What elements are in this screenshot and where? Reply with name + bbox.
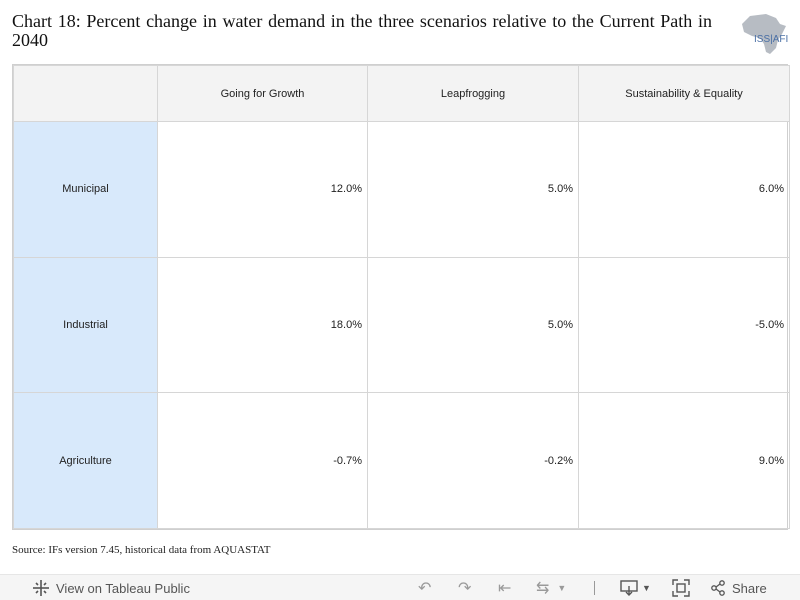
share-button[interactable]: Share: [710, 575, 767, 600]
data-table: Going for Growth Leapfrogging Sustainabi…: [12, 64, 790, 530]
share-label: Share: [732, 580, 767, 596]
corner-cell: [13, 65, 158, 122]
logo-text: ISS|AFI: [754, 34, 789, 45]
data-cell: 5.0%: [367, 256, 579, 394]
table-row: Industrial 18.0% 5.0% -5.0%: [13, 256, 790, 394]
chevron-down-icon: ▼: [557, 583, 567, 593]
row-header: Municipal: [13, 121, 158, 258]
data-cell: -0.7%: [157, 392, 368, 529]
source-note: Source: IFs version 7.45, historical dat…: [12, 544, 271, 556]
tableau-toolbar: View on Tableau Public ↶ ↷ ⇤ ⇆ ▼ ▼ Share: [0, 574, 800, 600]
chevron-down-icon: ▼: [642, 583, 651, 593]
data-cell: -0.2%: [367, 392, 579, 529]
row-header: Industrial: [13, 256, 158, 394]
share-icon: [711, 580, 725, 596]
column-header: Sustainability & Equality: [578, 65, 790, 122]
data-cell: 18.0%: [157, 256, 368, 394]
header-row: Going for Growth Leapfrogging Sustainabi…: [13, 65, 790, 122]
view-on-tableau-link[interactable]: View on Tableau Public: [32, 575, 190, 600]
download-button[interactable]: ▼: [620, 575, 651, 600]
column-header: Going for Growth: [157, 65, 368, 122]
table-row: Municipal 12.0% 5.0% 6.0%: [13, 121, 790, 258]
tableau-icon: [33, 580, 49, 596]
download-icon: [620, 580, 638, 596]
refresh-button[interactable]: ⇆ ▼: [536, 575, 566, 600]
chart-title: Chart 18: Percent change in water demand…: [12, 11, 712, 50]
divider: [594, 575, 595, 600]
redo-button[interactable]: ↷: [458, 575, 471, 600]
revert-button[interactable]: ⇤: [498, 575, 511, 600]
view-on-tableau-label: View on Tableau Public: [56, 580, 190, 596]
revert-icon: ⇤: [498, 580, 512, 597]
redo-icon: ↷: [458, 580, 472, 597]
data-cell: -5.0%: [578, 256, 790, 394]
undo-icon: ↶: [418, 580, 432, 597]
fullscreen-icon: [672, 579, 690, 597]
undo-button[interactable]: ↶: [418, 575, 431, 600]
data-cell: 5.0%: [367, 121, 579, 258]
refresh-icon: ⇆: [536, 580, 550, 597]
fullscreen-button[interactable]: [672, 575, 690, 600]
data-cell: 12.0%: [157, 121, 368, 258]
table-row: Agriculture -0.7% -0.2% 9.0%: [13, 392, 790, 529]
data-cell: 6.0%: [578, 121, 790, 258]
column-header: Leapfrogging: [367, 65, 579, 122]
row-header: Agriculture: [13, 392, 158, 529]
data-cell: 9.0%: [578, 392, 790, 529]
